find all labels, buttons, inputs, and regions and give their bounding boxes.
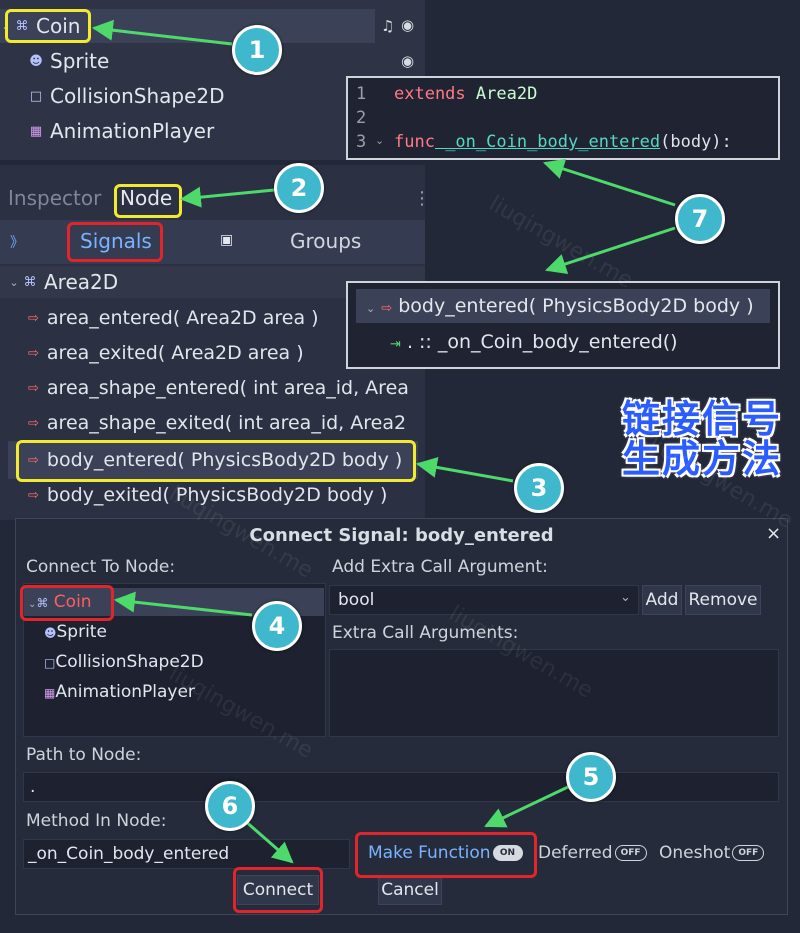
arrow-7b <box>545 226 676 275</box>
step-badge-6: 6 <box>205 781 255 831</box>
annotation-arrows <box>91 19 676 864</box>
step-badge-3: 3 <box>514 463 564 513</box>
screenshot: ⌄ ⌘ Coin ♫ ◉ ☻ Sprite ◉ □ CollisionShape… <box>0 0 800 933</box>
arrow-5 <box>484 784 571 828</box>
arrow-7a <box>543 158 676 207</box>
arrow-4 <box>113 591 253 617</box>
arrow-2 <box>179 186 275 208</box>
step-badge-4: 4 <box>252 601 302 651</box>
step-badge-5: 5 <box>566 752 616 802</box>
arrow-1 <box>91 19 233 46</box>
step-badge-7: 7 <box>675 194 725 244</box>
step-badge-1: 1 <box>232 25 282 75</box>
arrow-6 <box>243 818 294 864</box>
step-badge-2: 2 <box>274 163 324 213</box>
arrow-3 <box>415 456 514 483</box>
